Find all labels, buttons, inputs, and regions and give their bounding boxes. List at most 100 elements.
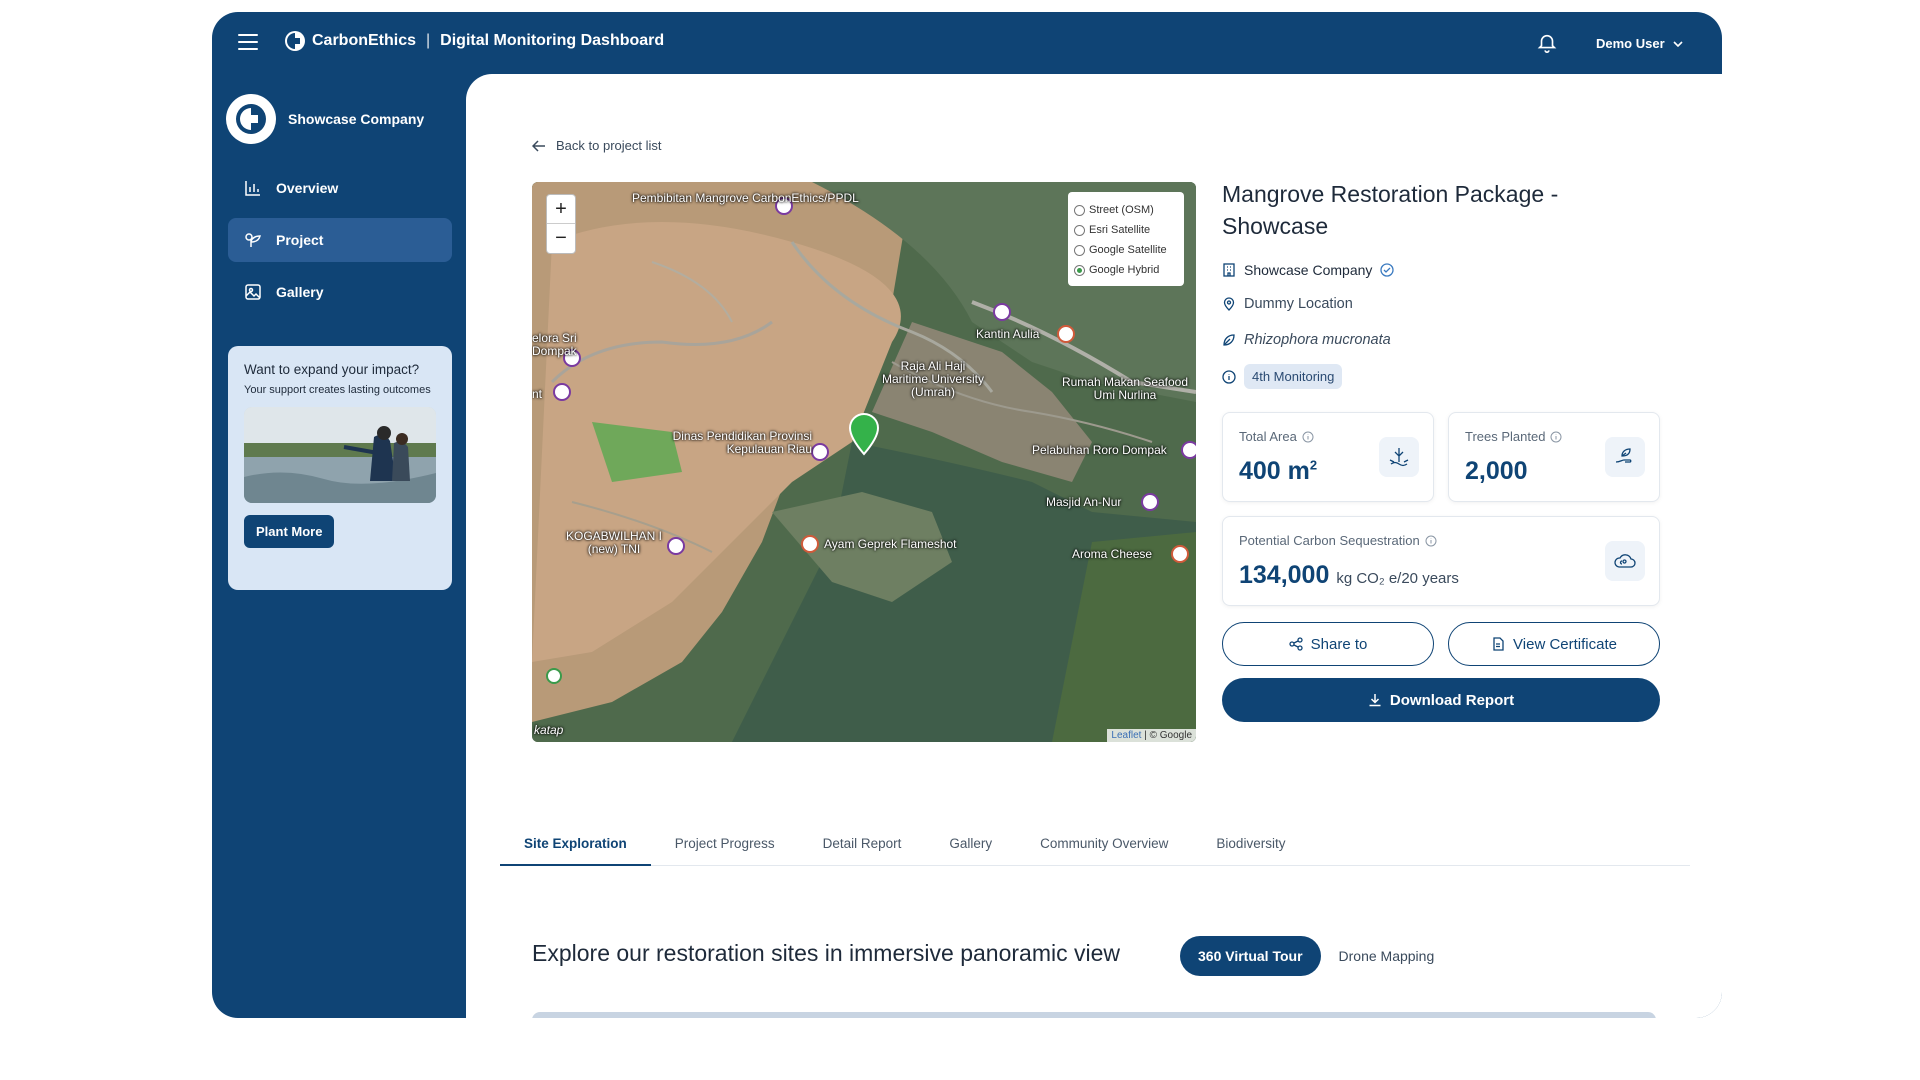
radio-icon bbox=[1074, 204, 1085, 216]
download-report-button[interactable]: Download Report bbox=[1222, 678, 1660, 722]
plant-more-button[interactable]: Plant More bbox=[244, 515, 335, 548]
project-map[interactable]: + − Street (OSM) Esri Satellite Google S… bbox=[532, 182, 1196, 742]
radio-selected-icon bbox=[1074, 264, 1085, 276]
layer-label: Street (OSM) bbox=[1089, 204, 1154, 216]
sidebar: Showcase Company Overview Project Galler… bbox=[212, 74, 466, 1018]
stat-trees-planted: Trees Planted 2,000 bbox=[1448, 412, 1660, 502]
map-label: Raja Ali Haji Maritime University (Umrah… bbox=[881, 359, 984, 399]
certificate-label: View Certificate bbox=[1513, 635, 1617, 653]
main-content: Back to project list + − Street (OSM) Es… bbox=[466, 74, 1722, 1018]
leaflet-link[interactable]: Leaflet bbox=[1111, 730, 1141, 741]
top-bar: CarbonEthics | Digital Monitoring Dashbo… bbox=[212, 12, 1722, 74]
explore-heading: Explore our restoration sites in immersi… bbox=[532, 940, 1120, 966]
info-icon[interactable] bbox=[1425, 535, 1437, 547]
map-label: elora Sri Dompak bbox=[532, 331, 577, 358]
carbon-value: 134,000 bbox=[1239, 561, 1330, 589]
map-label: KOGABWILHAN I (new) TNI bbox=[565, 529, 663, 556]
bell-icon[interactable] bbox=[1536, 32, 1558, 54]
stat-value: 400 m2 bbox=[1239, 457, 1317, 486]
map-attribution: Leaflet | © Google bbox=[1107, 729, 1196, 742]
stat-label-text: Total Area bbox=[1239, 429, 1297, 444]
company-name: Showcase Company bbox=[288, 111, 425, 127]
stat-total-area: Total Area 400 m2 bbox=[1222, 412, 1434, 502]
layer-option-esri[interactable]: Esri Satellite bbox=[1074, 220, 1178, 240]
user-name: Demo User bbox=[1596, 36, 1665, 51]
back-link[interactable]: Back to project list bbox=[532, 138, 662, 153]
info-icon[interactable] bbox=[1550, 431, 1562, 443]
company-logo bbox=[226, 94, 276, 144]
map-label: Masjid An-Nur bbox=[1046, 495, 1122, 509]
layer-option-google-satellite[interactable]: Google Satellite bbox=[1074, 240, 1178, 260]
location-pin-icon bbox=[1223, 297, 1235, 311]
brand-separator: | bbox=[426, 32, 431, 49]
view-toggle: 360 Virtual Tour Drone Mapping bbox=[1180, 936, 1452, 976]
tab-biodiversity[interactable]: Biodiversity bbox=[1192, 834, 1309, 866]
mangrove-icon bbox=[1379, 437, 1419, 477]
sidebar-item-label: Overview bbox=[276, 180, 339, 196]
menu-icon[interactable] bbox=[238, 34, 258, 50]
sidebar-item-gallery[interactable]: Gallery bbox=[228, 270, 452, 314]
tab-project-progress[interactable]: Project Progress bbox=[651, 834, 799, 866]
area-value: 400 m bbox=[1239, 457, 1310, 485]
map-label: nt bbox=[532, 387, 543, 401]
zoom-control: + − bbox=[546, 194, 576, 254]
brand: CarbonEthics | Digital Monitoring Dashbo… bbox=[284, 30, 664, 52]
document-icon bbox=[1493, 637, 1504, 651]
sidebar-item-project[interactable]: Project bbox=[228, 218, 452, 262]
layer-switcher: Street (OSM) Esri Satellite Google Satel… bbox=[1068, 192, 1184, 286]
panorama-viewer-top bbox=[532, 1012, 1656, 1018]
tab-detail-report[interactable]: Detail Report bbox=[799, 834, 926, 866]
attribution-text: | © Google bbox=[1141, 730, 1192, 741]
company-label: Showcase Company bbox=[1244, 262, 1373, 278]
layer-option-street[interactable]: Street (OSM) bbox=[1074, 200, 1178, 220]
company-logo-icon bbox=[236, 104, 266, 134]
virtual-tour-button[interactable]: 360 Virtual Tour bbox=[1180, 936, 1321, 976]
arrow-left-icon bbox=[532, 139, 545, 152]
radio-icon bbox=[1074, 244, 1085, 256]
carbonethics-logo-icon bbox=[285, 31, 305, 51]
sidebar-item-label: Gallery bbox=[276, 284, 324, 300]
map-label: Kantin Aulia bbox=[976, 327, 1040, 341]
back-link-label: Back to project list bbox=[556, 138, 662, 153]
promo-title: Want to expand your impact? bbox=[244, 362, 420, 377]
sprout-icon bbox=[245, 233, 261, 247]
download-icon bbox=[1369, 694, 1381, 707]
plant-hand-icon bbox=[1605, 437, 1645, 477]
stat-label-text: Potential Carbon Sequestration bbox=[1239, 533, 1420, 548]
stat-label: Total Area bbox=[1239, 429, 1314, 444]
project-tabs: Site Exploration Project Progress Detail… bbox=[500, 834, 1690, 866]
stat-label: Potential Carbon Sequestration bbox=[1239, 533, 1437, 548]
stat-label: Trees Planted bbox=[1465, 429, 1562, 444]
share-button[interactable]: Share to bbox=[1222, 622, 1434, 666]
project-title: Mangrove Restoration Package - Showcase bbox=[1222, 181, 1559, 239]
app-title: Digital Monitoring Dashboard bbox=[440, 32, 665, 49]
map-label: Pembibitan Mangrove CarbonEthics/PPDL bbox=[632, 191, 859, 205]
image-icon bbox=[245, 284, 261, 300]
monitoring-badge: 4th Monitoring bbox=[1244, 364, 1343, 389]
view-certificate-button[interactable]: View Certificate bbox=[1448, 622, 1660, 666]
chevron-down-icon bbox=[1673, 40, 1683, 47]
tab-gallery[interactable]: Gallery bbox=[925, 834, 1016, 866]
sidebar-item-label: Project bbox=[276, 232, 324, 248]
info-icon[interactable] bbox=[1302, 431, 1314, 443]
tab-community-overview[interactable]: Community Overview bbox=[1016, 834, 1192, 866]
layer-option-google-hybrid[interactable]: Google Hybrid bbox=[1074, 260, 1178, 280]
project-location: Dummy Location bbox=[1222, 296, 1353, 312]
co2-cloud-icon bbox=[1605, 541, 1645, 581]
zoom-in-button[interactable]: + bbox=[547, 195, 575, 224]
species-label: Rhizophora mucronata bbox=[1244, 332, 1391, 348]
map-label: Rumah Makan Seafood Umi Nurlina bbox=[1061, 375, 1189, 402]
sidebar-item-overview[interactable]: Overview bbox=[228, 166, 452, 210]
zoom-out-button[interactable]: − bbox=[547, 224, 575, 253]
user-menu[interactable]: Demo User bbox=[1596, 36, 1683, 51]
carbon-unit: kg CO₂ e/20 years bbox=[1336, 570, 1459, 587]
map-label: Aroma Cheese bbox=[1072, 547, 1153, 561]
sidebar-nav: Overview Project Gallery bbox=[228, 166, 452, 322]
area-unit-superscript: 2 bbox=[1309, 457, 1318, 473]
tab-site-exploration[interactable]: Site Exploration bbox=[500, 834, 651, 866]
drone-mapping-button[interactable]: Drone Mapping bbox=[1321, 936, 1453, 976]
map-label: katap bbox=[534, 723, 564, 737]
info-icon bbox=[1222, 369, 1236, 384]
layer-label: Esri Satellite bbox=[1089, 224, 1151, 236]
leaf-icon bbox=[1223, 334, 1235, 346]
